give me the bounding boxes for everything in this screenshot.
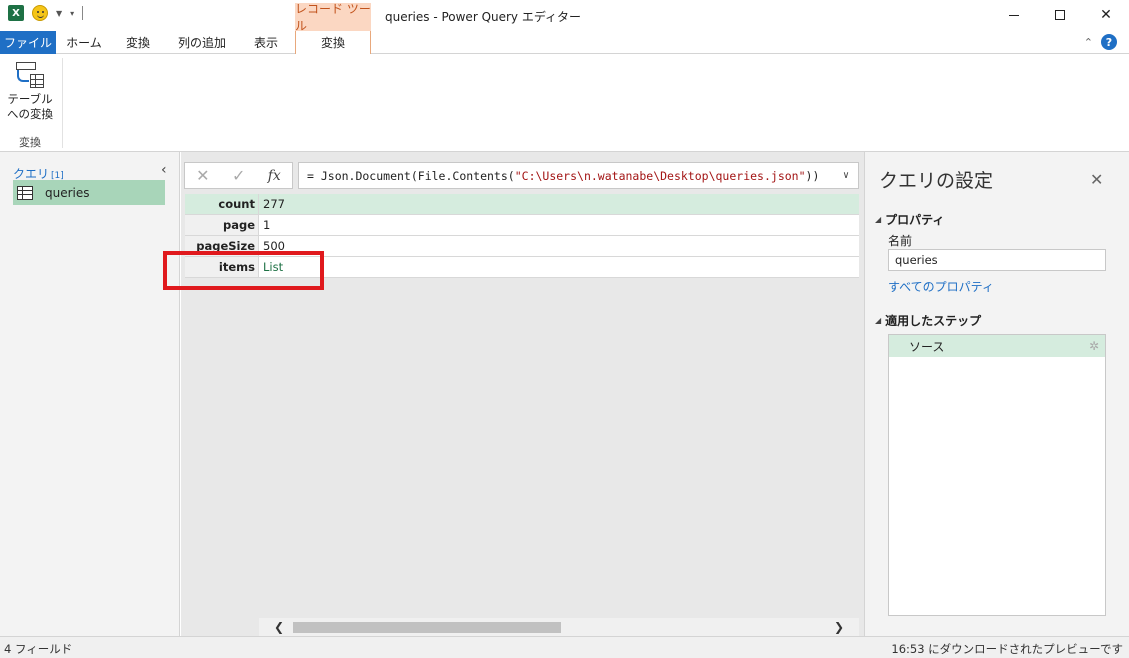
formula-string: "C:\Users\n.watanabe\Desktop\queries.jso… [514, 168, 806, 183]
applied-steps-title: 適用したステップ [885, 314, 982, 328]
smiley-feedback-icon[interactable] [32, 5, 48, 21]
to-table-label-line1: テーブル [7, 92, 53, 106]
collapse-triangle-icon: ◢ [875, 215, 882, 224]
fx-icon[interactable]: fx [268, 168, 281, 184]
formula-suffix: )) [805, 168, 820, 183]
table-icon [17, 185, 33, 200]
record-row[interactable]: page 1 [185, 215, 859, 236]
query-name-field[interactable]: queries [888, 249, 1106, 271]
quick-access-toolbar: X ▼ ▾ [8, 5, 84, 21]
cancel-icon[interactable]: ✕ [196, 166, 209, 185]
scroll-thumb[interactable] [293, 622, 561, 633]
excel-icon: X [8, 5, 24, 21]
properties-section[interactable]: ◢ プロパティ [875, 211, 944, 228]
chevron-down-icon[interactable]: ∨ [834, 163, 858, 188]
tab-transform[interactable]: 変換 [112, 31, 164, 54]
queries-pane: クエリ [1] ‹ queries [0, 152, 180, 636]
maximize-button[interactable] [1037, 0, 1083, 30]
applied-steps-section[interactable]: ◢ 適用したステップ [875, 312, 981, 329]
window-title: queries - Power Query エディター [385, 10, 582, 24]
queries-pane-title: クエリ [13, 167, 50, 181]
status-preview-time: 16:53 にダウンロードされたプレビューです [891, 642, 1123, 656]
collapse-ribbon-icon[interactable]: ⌃ [1084, 36, 1093, 49]
query-item[interactable]: queries [13, 180, 165, 205]
scroll-left-icon[interactable]: ❮ [269, 618, 289, 636]
help-area: ⌃ ? [1084, 34, 1117, 50]
formula-prefix: = Json.Document(File.Contents( [307, 168, 515, 183]
tab-record-transform[interactable]: 変換 [295, 31, 371, 55]
name-label: 名前 [888, 234, 913, 248]
context-group-record-tools: レコード ツール [295, 2, 371, 33]
tab-home[interactable]: ホーム [56, 31, 112, 54]
close-icon[interactable]: ✕ [1090, 170, 1103, 189]
divider [82, 6, 84, 20]
collapse-pane-icon[interactable]: ‹ [161, 162, 167, 178]
settings-title: クエリの設定 [879, 170, 994, 192]
window-controls: ✕ [991, 0, 1129, 30]
close-button[interactable]: ✕ [1083, 0, 1129, 30]
record-row[interactable]: count 277 [185, 194, 859, 215]
record-key: count [185, 194, 259, 214]
gear-icon[interactable]: ✲ [1089, 339, 1099, 353]
ribbon: テーブル への変換 変換 [0, 54, 1129, 152]
convert-to-table-icon [14, 60, 46, 90]
record-key: page [185, 215, 259, 235]
title-bar: X ▼ ▾ レコード ツール queries - Power Query エディ… [0, 0, 1129, 33]
record-value: 1 [263, 218, 271, 232]
record-value: 277 [263, 197, 285, 211]
all-properties-link[interactable]: すべてのプロパティ [888, 278, 994, 295]
step-item[interactable]: ソース ✲ [889, 335, 1105, 357]
status-bar: 4 フィールド 16:53 にダウンロードされたプレビューです [0, 636, 1129, 658]
formula-bar-buttons: ✕ ✓ fx [184, 162, 293, 189]
maximize-icon [1055, 10, 1065, 20]
divider [62, 58, 63, 148]
step-label: ソース [909, 339, 945, 354]
annotation-highlight [163, 251, 324, 290]
query-settings-pane: クエリの設定 ✕ ◢ プロパティ 名前 queries すべてのプロパティ ◢ … [864, 152, 1129, 636]
status-field-count: 4 フィールド [4, 642, 73, 656]
chevron-down-icon[interactable]: ▼ [56, 9, 62, 18]
tab-add-column[interactable]: 列の追加 [164, 31, 240, 54]
data-preview-area: ✕ ✓ fx = Json.Document(File.Contents("C:… [181, 152, 864, 636]
properties-title: プロパティ [885, 213, 945, 227]
customize-qat-icon[interactable]: ▾ [70, 9, 74, 18]
applied-steps-list: ソース ✲ [888, 334, 1106, 616]
to-table-button[interactable]: テーブル への変換 [4, 60, 56, 128]
tab-view[interactable]: 表示 [240, 31, 292, 54]
minimize-icon [1009, 14, 1019, 16]
to-table-label-line2: への変換 [7, 107, 53, 121]
tab-file[interactable]: ファイル [0, 31, 56, 54]
commit-icon[interactable]: ✓ [232, 166, 245, 185]
help-icon[interactable]: ? [1101, 34, 1117, 50]
ribbon-tabs: ファイル ホーム 変換 列の追加 表示 変換 ⌃ ? [0, 31, 1129, 55]
horizontal-scrollbar[interactable]: ❮ ❯ [259, 618, 859, 636]
query-item-label: queries [45, 185, 90, 200]
ribbon-group-label: 変換 [19, 136, 41, 149]
minimize-button[interactable] [991, 0, 1037, 30]
scroll-right-icon[interactable]: ❯ [829, 618, 849, 636]
formula-input[interactable]: = Json.Document(File.Contents("C:\Users\… [298, 162, 859, 189]
collapse-triangle-icon: ◢ [875, 316, 882, 325]
